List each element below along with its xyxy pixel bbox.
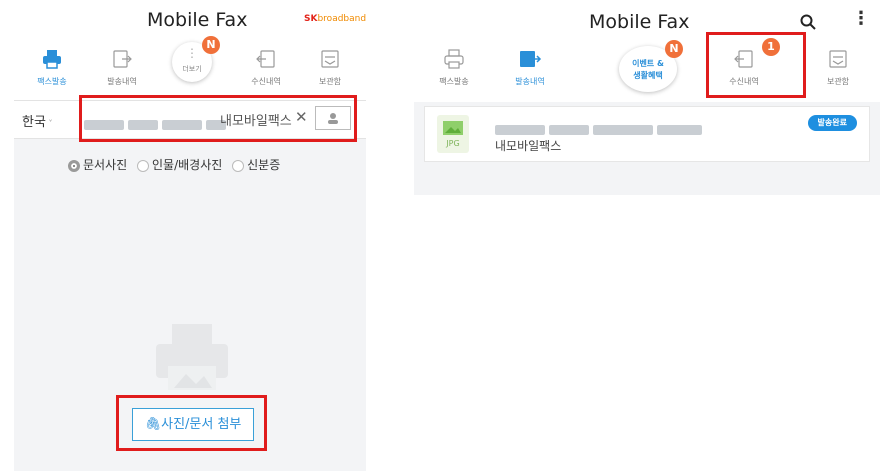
- tab-storage[interactable]: 보관함: [808, 38, 868, 100]
- status-badge: 발송완료: [807, 115, 857, 131]
- app-title: Mobile Fax: [589, 11, 690, 33]
- app-title: Mobile Fax: [147, 9, 248, 31]
- printer-icon: [444, 49, 464, 69]
- tab-label: 발송내역: [515, 77, 545, 86]
- radio: [232, 159, 245, 172]
- tab-label: 팩스발송: [37, 77, 67, 86]
- more-button[interactable]: ⋮ 더보기 N: [172, 36, 220, 82]
- image-icon: [443, 121, 463, 135]
- highlight-box: [79, 95, 357, 142]
- tab-fax-send[interactable]: 팩스발송: [22, 38, 82, 100]
- inbox-icon: [256, 50, 275, 68]
- search-icon[interactable]: [800, 14, 816, 30]
- storage-icon: [321, 50, 339, 68]
- country-select[interactable]: 한국 ˅: [22, 111, 52, 130]
- app-header: Mobile Fax SKbroadband: [14, 0, 366, 38]
- country-label: 한국: [22, 115, 46, 130]
- option-label: 신분증: [247, 158, 281, 172]
- tab-storage[interactable]: 보관함: [300, 38, 360, 100]
- highlight-box: [116, 395, 267, 451]
- tab-label: 수신내역: [251, 77, 281, 86]
- tab-label: 팩스발송: [439, 77, 469, 86]
- recipient-name: 내모바일팩스: [495, 139, 562, 153]
- new-badge: N: [665, 40, 683, 58]
- sk-broadband-logo: SKbroadband: [304, 14, 367, 24]
- tab-label: 발송내역: [107, 77, 137, 86]
- radio: [137, 159, 149, 172]
- option-person-background-photo[interactable]: 인물/배경사진: [137, 158, 222, 172]
- tab-inbox[interactable]: 수신내역: [236, 38, 296, 100]
- option-label: 인물/배경사진: [152, 158, 223, 172]
- tab-label: 보관함: [826, 77, 850, 86]
- tab-sent-history[interactable]: 발송내역: [92, 38, 152, 100]
- recipient-number-blurred: [495, 119, 706, 138]
- tab-label: 보관함: [318, 77, 342, 86]
- more-label: 더보기: [182, 65, 202, 73]
- more-options-icon[interactable]: ⋮: [852, 10, 870, 28]
- chevron-down-icon: ˅: [45, 119, 53, 128]
- sent-fax-item[interactable]: JPG 내모바일팩스 발송완료: [424, 106, 870, 162]
- benefits-label: 생활혜택: [633, 71, 663, 80]
- tab-bar: 팩스발송 발송내역 이벤트 & 생활혜택 N 수신내역 1 보관함: [414, 38, 880, 102]
- printer-icon: [43, 50, 61, 69]
- option-document-photo[interactable]: 문서사진: [68, 158, 127, 172]
- jpg-thumbnail: JPG: [437, 115, 469, 153]
- thumb-label: JPG: [446, 139, 460, 148]
- fax-placeholder-illustration: [156, 324, 228, 390]
- app-header: Mobile Fax ⋮: [414, 0, 880, 38]
- tab-sent-history[interactable]: 발송내역: [500, 38, 560, 100]
- sent-history-screen: Mobile Fax ⋮ 팩스발송 발송내역 이벤트 & 생활혜택 N 수신내역…: [414, 0, 880, 195]
- highlight-box: [706, 32, 806, 98]
- photo-type-options: 문서사진 인물/배경사진 신분증: [68, 156, 280, 173]
- event-benefits-button[interactable]: 이벤트 & 생활혜택 N: [619, 40, 683, 92]
- tab-bar: 팩스발송 발송내역 ⋮ 더보기 N 수신내역 보관함: [14, 36, 366, 100]
- new-badge: N: [202, 36, 220, 54]
- tab-fax-send[interactable]: 팩스발송: [424, 38, 484, 100]
- option-label: 문서사진: [83, 158, 128, 172]
- sent-history-icon: [520, 51, 542, 67]
- sent-history-icon: [113, 50, 132, 68]
- event-label: 이벤트 &: [632, 59, 664, 68]
- storage-icon: [829, 50, 847, 68]
- radio-selected: [68, 159, 80, 172]
- option-id-card[interactable]: 신분증: [232, 158, 280, 172]
- send-fax-screen: Mobile Fax SKbroadband 팩스발송 발송내역 ⋮ 더보기 N: [14, 0, 366, 471]
